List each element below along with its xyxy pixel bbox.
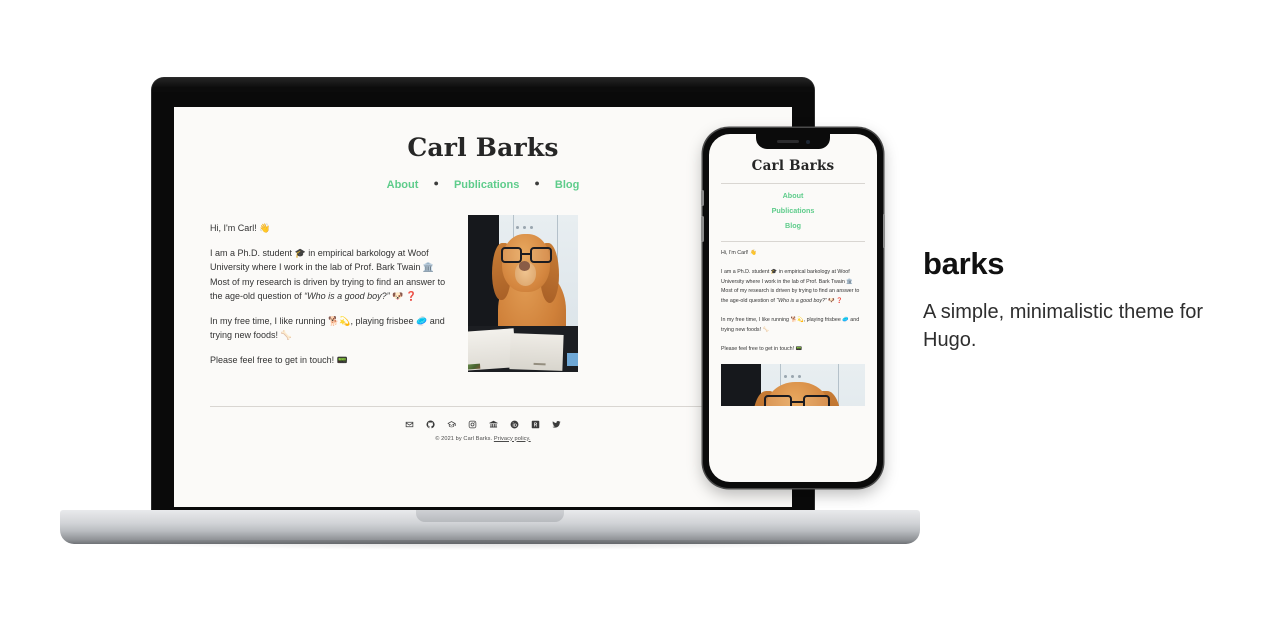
nav-link-blog[interactable]: Blog xyxy=(555,179,579,191)
privacy-policy-link[interactable]: Privacy policy. xyxy=(494,436,531,442)
intro-text-b-mobile: 🐶 ❓ xyxy=(826,297,843,304)
glasses-icon xyxy=(764,395,831,407)
github-icon[interactable] xyxy=(426,420,435,429)
glasses-lens-right xyxy=(802,395,831,407)
site-footer: © 2021 by Carl Barks. Privacy policy. xyxy=(210,405,756,442)
phone-mockup: Carl Barks About Publications Blog Hi, I… xyxy=(701,128,885,488)
website-mobile-view: Carl Barks About Publications Blog Hi, I… xyxy=(709,134,877,482)
glasses-icon xyxy=(501,247,552,263)
greeting-paragraph-mobile: Hi, I'm Carl! 👋 xyxy=(721,250,757,256)
greeting-paragraph: Hi, I'm Carl! 👋 xyxy=(210,223,271,233)
nav-link-blog-mobile[interactable]: Blog xyxy=(721,221,865,230)
instagram-icon[interactable] xyxy=(468,420,477,429)
glasses-lens-right xyxy=(530,247,552,263)
about-text-block: Hi, I'm Carl! 👋 I am a Ph.D. student 🎓 i… xyxy=(210,215,448,378)
google-scholar-icon[interactable] xyxy=(447,420,456,429)
phone-power-button[interactable] xyxy=(882,214,885,248)
profile-photo-container xyxy=(468,215,578,372)
photo-book-right xyxy=(509,333,564,372)
glasses-lens-left xyxy=(764,395,792,407)
main-navigation[interactable]: About ● Publications ● Blog xyxy=(210,178,756,191)
copyright-text: © 2021 by Carl Barks. xyxy=(435,435,494,442)
copyright-notice: © 2021 by Carl Barks. Privacy policy. xyxy=(210,436,756,442)
laptop-shadow xyxy=(74,540,906,550)
theme-info-panel: barks A simple, minimalistic theme for H… xyxy=(923,246,1223,355)
dog-photo xyxy=(468,215,578,372)
phone-volume-button[interactable] xyxy=(701,216,704,242)
glasses-bridge xyxy=(522,253,531,256)
nav-separator-dot: ● xyxy=(433,178,439,188)
social-links[interactable] xyxy=(210,420,756,429)
profile-photo-container-mobile xyxy=(721,364,865,407)
mobile-page: Carl Barks About Publications Blog Hi, I… xyxy=(709,134,877,407)
desktop-content-columns: Hi, I'm Carl! 👋 I am a Ph.D. student 🎓 i… xyxy=(210,215,756,378)
page-title: Carl Barks xyxy=(407,133,559,162)
intro-text-b: 🐶 ❓ xyxy=(389,291,418,302)
dog-photo-mobile xyxy=(721,364,865,407)
contact-paragraph-mobile: Please feel free to get in touch! 📟 xyxy=(721,345,803,352)
photo-wall-dots xyxy=(516,225,534,229)
contact-paragraph: Please feel free to get in touch! 📟 xyxy=(210,355,348,366)
website-desktop-view: Carl Barks About ● Publications ● Blog H… xyxy=(174,107,792,507)
photo-book-left xyxy=(468,327,516,371)
intro-paragraph-mobile: I am a Ph.D. student 🎓 in empirical bark… xyxy=(721,268,865,306)
email-icon[interactable] xyxy=(405,420,414,429)
twitter-icon[interactable] xyxy=(552,420,561,429)
phone-screen: Carl Barks About Publications Blog Hi, I… xyxy=(709,134,877,482)
desktop-page: Carl Barks About ● Publications ● Blog H… xyxy=(174,107,792,442)
photo-book-image xyxy=(468,363,481,370)
about-text-block-mobile: Hi, I'm Carl! 👋 I am a Ph.D. student 🎓 i… xyxy=(721,242,865,354)
intro-quote-mobile: “Who is a good boy?” xyxy=(776,297,827,304)
phone-mute-switch[interactable] xyxy=(701,190,704,206)
hobbies-paragraph-mobile: In my free time, I like running 🐕💫, play… xyxy=(721,317,860,333)
intro-paragraph: I am a Ph.D. student 🎓 in empirical bark… xyxy=(210,246,448,304)
glasses-bridge xyxy=(792,400,803,403)
phone-notch xyxy=(756,134,830,149)
university-icon[interactable] xyxy=(489,420,498,429)
nav-separator-dot: ● xyxy=(534,178,540,188)
phone-speaker xyxy=(776,140,799,143)
nav-link-about-mobile[interactable]: About xyxy=(721,191,865,200)
intro-quote: “Who is a good boy?” xyxy=(304,291,390,302)
photo-wall-line xyxy=(838,364,840,407)
nav-link-publications-mobile[interactable]: Publications xyxy=(721,206,865,215)
theme-name: barks xyxy=(923,246,1005,281)
laptop-screen: Carl Barks About ● Publications ● Blog H… xyxy=(174,107,792,507)
main-navigation-mobile[interactable]: About Publications Blog xyxy=(721,184,865,241)
photo-blue-object xyxy=(567,353,578,366)
footer-divider xyxy=(210,405,756,407)
photo-book-text xyxy=(533,363,546,366)
orcid-icon[interactable] xyxy=(510,420,519,429)
phone-camera-icon xyxy=(805,139,810,144)
theme-description: A simple, minimalistic theme for Hugo. xyxy=(923,301,1204,352)
laptop-base xyxy=(60,510,920,544)
researchgate-icon[interactable] xyxy=(531,420,540,429)
laptop-base-notch xyxy=(416,510,564,522)
page-title-mobile: Carl Barks xyxy=(751,158,835,174)
glasses-lens-left xyxy=(501,247,523,263)
photo-wall-dots xyxy=(784,374,802,378)
hobbies-paragraph: In my free time, I like running 🐕💫, play… xyxy=(210,315,445,341)
nav-link-publications[interactable]: Publications xyxy=(454,179,519,191)
nav-link-about[interactable]: About xyxy=(387,179,419,191)
